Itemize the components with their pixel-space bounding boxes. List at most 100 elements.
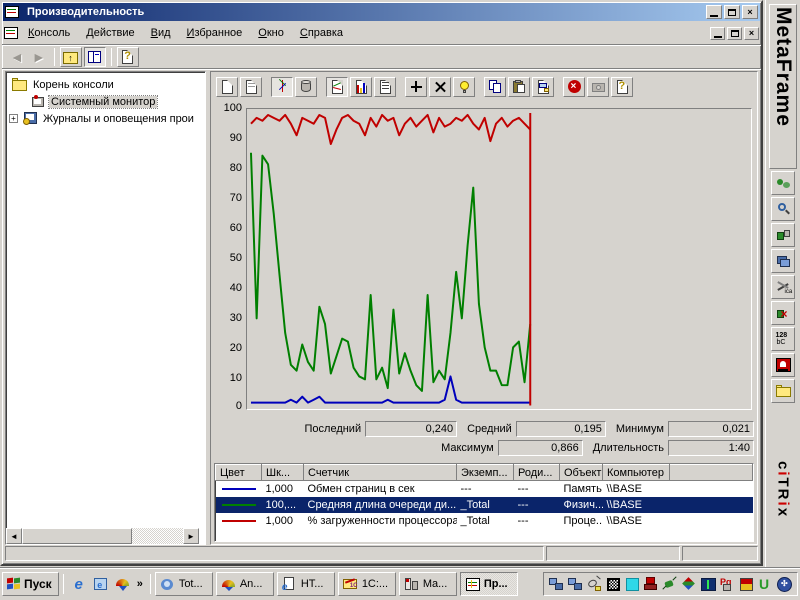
- scroll-left-icon[interactable]: ◄: [6, 528, 22, 544]
- red-device-icon[interactable]: [643, 576, 660, 593]
- task-an[interactable]: An...: [216, 572, 274, 596]
- legend-row-cpu[interactable]: 1,000 % загруженности процессора _Total …: [216, 513, 753, 529]
- network-icon[interactable]: [548, 576, 565, 593]
- tree-item-console-root[interactable]: Корень консоли: [6, 76, 205, 93]
- view-chart-button[interactable]: [326, 77, 348, 97]
- mf-encryption-button[interactable]: 128bC: [771, 327, 795, 351]
- scroll-right-icon[interactable]: ►: [183, 528, 199, 544]
- col-parent[interactable]: Роди...: [514, 465, 560, 481]
- keyboard-grid-icon[interactable]: [605, 576, 622, 593]
- search-icon: [776, 202, 791, 216]
- console-window-icon: [4, 27, 18, 39]
- properties-button[interactable]: [532, 77, 554, 97]
- y-tick: 20: [214, 342, 242, 354]
- task-ht[interactable]: eHT...: [277, 572, 335, 596]
- menu-console[interactable]: Консоль: [20, 24, 78, 42]
- highlight-button[interactable]: [453, 77, 475, 97]
- titlebar[interactable]: Производительность ×: [3, 3, 760, 21]
- network-icon-2[interactable]: [567, 576, 584, 593]
- y-tick: 60: [214, 222, 242, 234]
- forward-icon[interactable]: ►: [28, 49, 50, 65]
- task-total-commander[interactable]: Tot...: [155, 572, 213, 596]
- min-label: Минимум: [616, 423, 664, 435]
- tree-horizontal-scrollbar[interactable]: ◄ ►: [6, 528, 199, 544]
- child-minimize-button[interactable]: [710, 27, 725, 40]
- delete-counter-button[interactable]: [429, 77, 451, 97]
- quicklaunch-rainbow-icon[interactable]: [114, 575, 132, 593]
- start-button[interactable]: Пуск: [2, 572, 59, 596]
- menu-window[interactable]: Окно: [250, 24, 292, 42]
- mf-disconnect-button[interactable]: ×: [771, 301, 795, 325]
- col-instance[interactable]: Экземп...: [457, 465, 514, 481]
- task-1c[interactable]: 1С1C:...: [338, 572, 396, 596]
- mouse-icon[interactable]: [586, 576, 603, 593]
- task-ma[interactable]: Ma...: [399, 572, 457, 596]
- disconnect-icon: ×: [776, 306, 791, 320]
- copy-properties-button[interactable]: [484, 77, 506, 97]
- legend-row-pages[interactable]: 1,000 Обмен страниц в сек --- --- Память…: [216, 481, 753, 497]
- mf-windows-button[interactable]: [771, 249, 795, 273]
- power-plug-icon[interactable]: [662, 576, 679, 593]
- back-icon[interactable]: ◄: [6, 49, 28, 65]
- quicklaunch-chevron-icon[interactable]: »: [134, 578, 146, 590]
- tree-item-logs-alerts[interactable]: + Журналы и оповещения прои: [6, 110, 205, 127]
- col-counter[interactable]: Счетчик: [304, 465, 457, 481]
- yellow-folder-icon: [776, 384, 791, 398]
- freeze-display-button[interactable]: ×: [563, 77, 585, 97]
- chart-plot-area[interactable]: [246, 108, 752, 410]
- expand-plus-icon[interactable]: +: [9, 114, 18, 123]
- restore-button[interactable]: [724, 5, 740, 19]
- tree-item-system-monitor[interactable]: Системный монитор: [6, 93, 205, 110]
- total-commander-icon: [160, 577, 176, 592]
- cyan-square-icon[interactable]: [624, 576, 641, 593]
- counter-color-swatch: [222, 488, 256, 490]
- view-log-data-button[interactable]: [295, 77, 317, 97]
- col-computer[interactable]: Компьютер: [603, 465, 670, 481]
- new-counter-set-button[interactable]: [216, 77, 238, 97]
- up-one-level-button[interactable]: ↑: [60, 47, 82, 67]
- legend-header-row[interactable]: Цвет Шк... Счетчик Экземп... Роди... Объ…: [216, 465, 753, 481]
- child-close-button[interactable]: ×: [744, 27, 759, 40]
- col-object[interactable]: Объект: [560, 465, 603, 481]
- red-yellow-chart-icon[interactable]: [738, 576, 755, 593]
- console-help-button[interactable]: ?: [117, 47, 139, 67]
- x-icon: [433, 80, 448, 94]
- view-report-button[interactable]: [374, 77, 396, 97]
- view-histogram-button[interactable]: [350, 77, 372, 97]
- mf-ica-button[interactable]: ica: [771, 275, 795, 299]
- legend-row-disk-queue[interactable]: 100,... Средняя длина очереди ди... _Tot…: [216, 497, 753, 513]
- sync-circle-icon[interactable]: ✣: [776, 576, 793, 593]
- help-page-icon: ?: [120, 50, 135, 64]
- mf-alert-button[interactable]: [771, 353, 795, 377]
- task-performance[interactable]: Пр...: [460, 572, 518, 596]
- pg-icon[interactable]: Pg: [719, 576, 736, 593]
- close-button[interactable]: ×: [742, 5, 758, 19]
- quicklaunch-desktop-icon[interactable]: e: [92, 575, 110, 593]
- mf-folder-button[interactable]: [771, 379, 795, 403]
- show-console-tree-button[interactable]: [84, 47, 106, 67]
- paste-counter-list-button[interactable]: [508, 77, 530, 97]
- quicklaunch-ie-icon[interactable]: e: [70, 575, 88, 593]
- view-current-activity-button[interactable]: [271, 77, 293, 97]
- menu-favorites[interactable]: Избранное: [179, 24, 251, 42]
- col-color[interactable]: Цвет: [216, 465, 262, 481]
- minimize-button[interactable]: [706, 5, 722, 19]
- u-icon[interactable]: U: [757, 576, 774, 593]
- mf-find-button[interactable]: [771, 197, 795, 221]
- dur-label: Длительность: [593, 442, 664, 454]
- update-data-button[interactable]: [587, 77, 609, 97]
- menu-help[interactable]: Справка: [292, 24, 351, 42]
- diamond-icon[interactable]: [681, 576, 698, 593]
- col-scale[interactable]: Шк...: [262, 465, 304, 481]
- add-counter-button[interactable]: [405, 77, 427, 97]
- clear-display-button[interactable]: [240, 77, 262, 97]
- menu-action[interactable]: Действие: [78, 24, 142, 42]
- scrollbar-thumb[interactable]: [22, 528, 132, 544]
- mf-connect-button[interactable]: [771, 223, 795, 247]
- y-tick: 70: [214, 192, 242, 204]
- mf-keys-button[interactable]: [771, 171, 795, 195]
- child-restore-button[interactable]: [727, 27, 742, 40]
- menu-view[interactable]: Вид: [143, 24, 179, 42]
- perfmon-help-button[interactable]: ?: [611, 77, 633, 97]
- monitor-graph-icon[interactable]: [700, 576, 717, 593]
